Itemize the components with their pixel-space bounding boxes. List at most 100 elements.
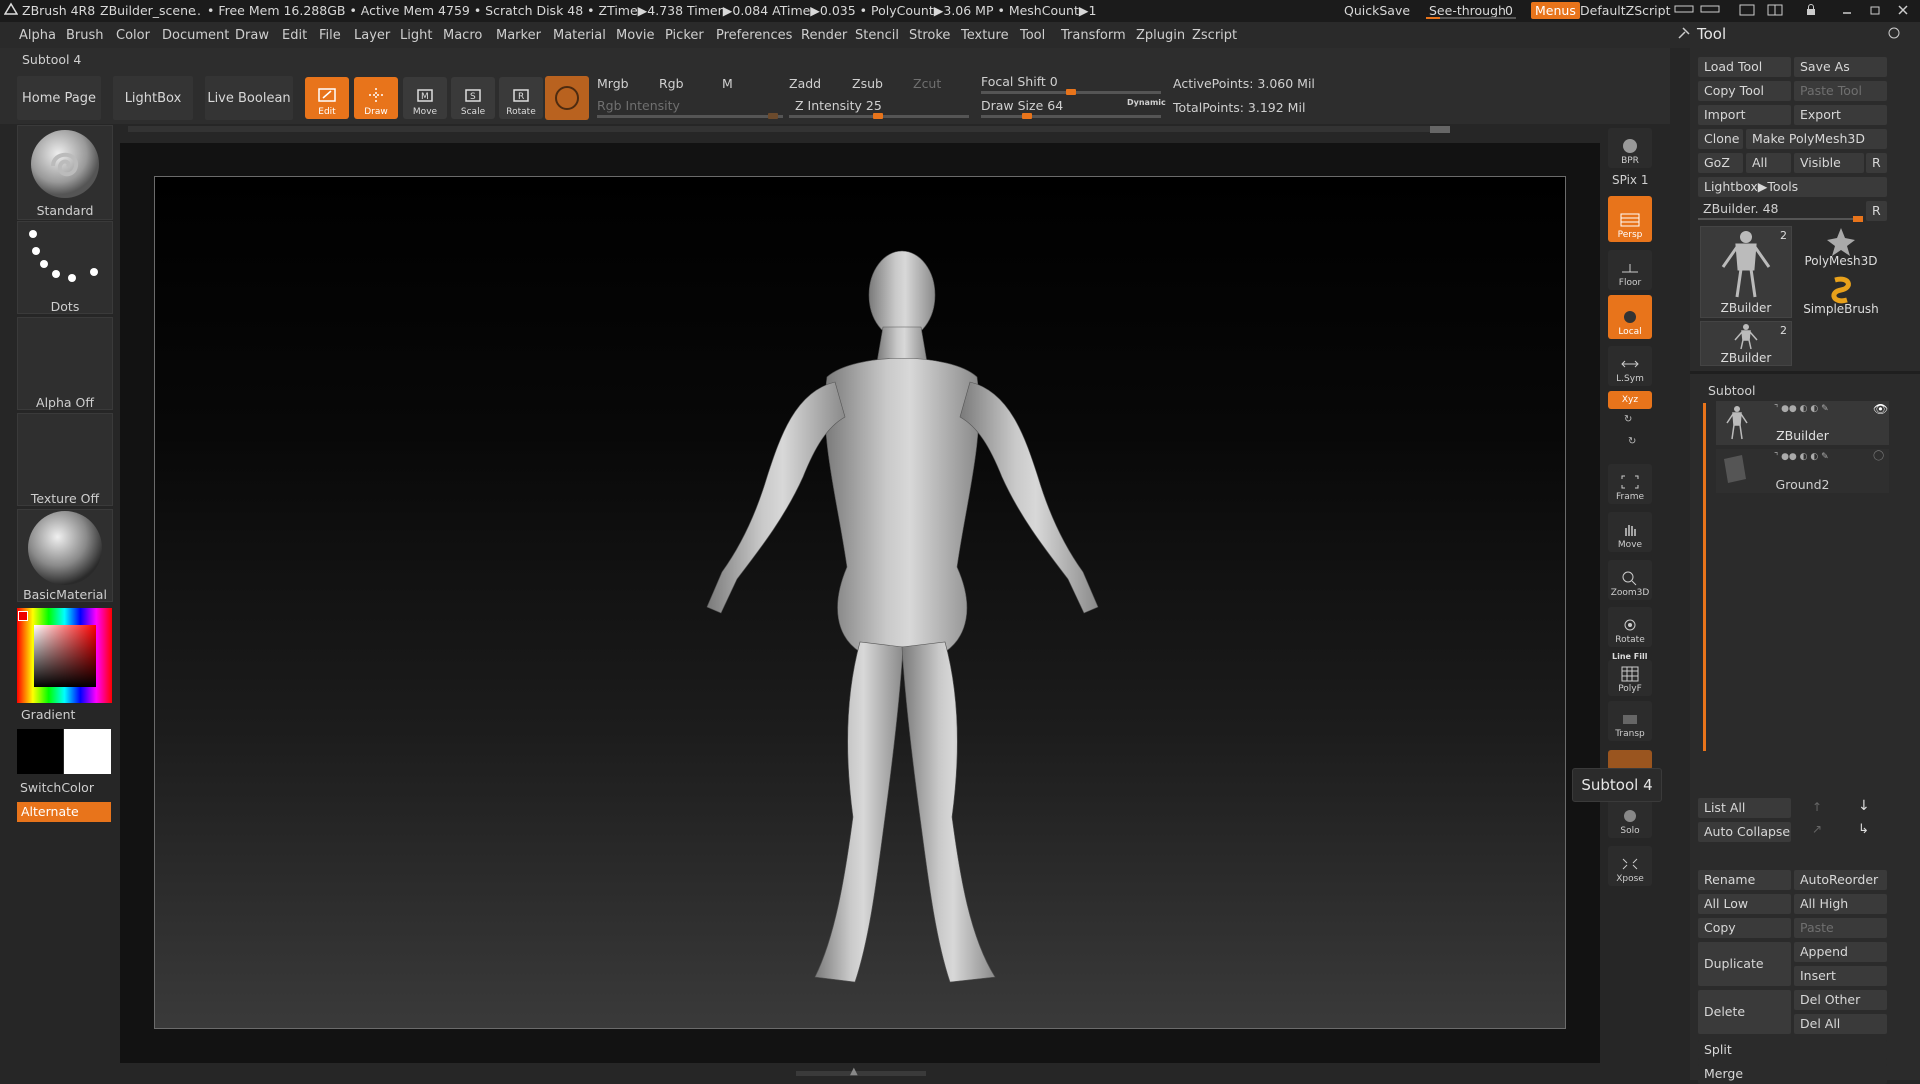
append-button[interactable]: Append bbox=[1794, 942, 1887, 962]
subtool-toggles[interactable]: ⌝ ●● ◐ ◐ ✎ bbox=[1774, 404, 1829, 414]
lightbox-button[interactable]: LightBox bbox=[113, 76, 193, 120]
tool-thumb-simplebrush[interactable]: SimpleBrush bbox=[1795, 274, 1887, 318]
all-low-button[interactable]: All Low bbox=[1698, 894, 1791, 914]
paste-subtool-button[interactable]: Paste bbox=[1794, 918, 1887, 938]
rotate-button[interactable]: R Rotate bbox=[499, 77, 543, 119]
color-picker[interactable] bbox=[17, 608, 112, 703]
color-swatch-button[interactable] bbox=[545, 76, 589, 120]
transp-button[interactable]: Transp bbox=[1608, 701, 1652, 741]
restore-icon[interactable] bbox=[1868, 3, 1882, 20]
secondary-color-swatch[interactable] bbox=[64, 729, 111, 774]
solo-button[interactable]: Solo bbox=[1608, 798, 1652, 838]
zbuilder-slider-label[interactable]: ZBuilder. 48 bbox=[1703, 201, 1778, 216]
menu-marker[interactable]: Marker bbox=[496, 28, 541, 43]
close-icon[interactable] bbox=[1896, 3, 1910, 20]
minimize-icon[interactable] bbox=[1840, 3, 1854, 20]
menu-stencil[interactable]: Stencil bbox=[855, 28, 899, 43]
menu-draw[interactable]: Draw bbox=[235, 28, 269, 43]
tool-thumb-zbuilder-2[interactable]: 2 ZBuilder bbox=[1700, 321, 1792, 366]
menu-movie[interactable]: Movie bbox=[616, 28, 654, 43]
arrow-down-right-icon[interactable]: ↳ bbox=[1858, 822, 1869, 837]
see-through-value[interactable]: 0 bbox=[1505, 3, 1513, 18]
menu-alpha[interactable]: Alpha bbox=[19, 28, 56, 43]
copy-subtool-button[interactable]: Copy bbox=[1698, 918, 1791, 938]
palette-icon[interactable] bbox=[1766, 3, 1784, 20]
human-figure-model[interactable] bbox=[155, 177, 1565, 1028]
subtool-header[interactable]: Subtool bbox=[1708, 383, 1755, 398]
menu-texture[interactable]: Texture bbox=[961, 28, 1009, 43]
import-button[interactable]: Import bbox=[1698, 105, 1791, 125]
zbuilder-r-button[interactable]: R bbox=[1866, 201, 1887, 221]
frame-button[interactable]: Frame bbox=[1608, 464, 1652, 504]
color-picker-square[interactable] bbox=[34, 625, 96, 687]
menu-document[interactable]: Document bbox=[162, 28, 229, 43]
z-intensity-knob[interactable] bbox=[873, 113, 883, 119]
del-other-button[interactable]: Del Other bbox=[1794, 990, 1887, 1010]
alternate-button[interactable]: Alternate bbox=[17, 802, 111, 822]
top-scroll-handle[interactable] bbox=[1430, 126, 1450, 133]
goz-visible-button[interactable]: Visible bbox=[1794, 153, 1864, 173]
dynamic-toggle[interactable]: Dynamic bbox=[1127, 98, 1166, 107]
z-intensity-slider[interactable]: Z Intensity 25 bbox=[795, 98, 882, 113]
export-button[interactable]: Export bbox=[1794, 105, 1887, 125]
del-all-button[interactable]: Del All bbox=[1794, 1014, 1887, 1034]
draw-size-knob[interactable] bbox=[1022, 113, 1032, 119]
zcut-button[interactable]: Zcut bbox=[913, 76, 941, 91]
rotate-z-icon[interactable]: ↻ bbox=[1628, 436, 1636, 447]
menu-stroke[interactable]: Stroke bbox=[909, 28, 950, 43]
switch-color-button[interactable]: SwitchColor bbox=[20, 780, 94, 795]
eye-icon[interactable]: 👁 bbox=[1873, 402, 1888, 416]
top-scroll-track[interactable] bbox=[128, 126, 1448, 132]
persp-button[interactable]: Persp bbox=[1608, 196, 1652, 242]
load-tool-button[interactable]: Load Tool bbox=[1698, 57, 1791, 77]
all-high-button[interactable]: All High bbox=[1794, 894, 1887, 914]
rename-button[interactable]: Rename bbox=[1698, 870, 1791, 890]
auto-collapse-button[interactable]: Auto Collapse bbox=[1698, 822, 1791, 842]
move-up-icon[interactable]: ↑ bbox=[1812, 800, 1822, 814]
eye-icon[interactable]: ◯ bbox=[1873, 450, 1884, 461]
bottom-scroll-handle[interactable] bbox=[796, 1071, 926, 1076]
layout-left-icon[interactable] bbox=[1674, 3, 1694, 18]
viewport[interactable] bbox=[154, 176, 1566, 1029]
xpose-button[interactable]: Xpose bbox=[1608, 846, 1652, 886]
rgb-intensity-slider[interactable]: Rgb Intensity bbox=[597, 98, 680, 113]
goz-button[interactable]: GoZ bbox=[1698, 153, 1743, 173]
move-button[interactable]: M Move bbox=[403, 77, 447, 119]
insert-button[interactable]: Insert bbox=[1794, 966, 1887, 986]
home-page-button[interactable]: Home Page bbox=[17, 76, 101, 120]
menu-tool[interactable]: Tool bbox=[1020, 28, 1045, 43]
menu-light[interactable]: Light bbox=[400, 28, 432, 43]
menu-zscript[interactable]: Zscript bbox=[1192, 28, 1237, 43]
zbuilder-slider-track[interactable] bbox=[1698, 218, 1863, 220]
mrgb-button[interactable]: Mrgb bbox=[597, 76, 629, 91]
delete-button[interactable]: Delete bbox=[1698, 990, 1791, 1034]
menu-transform[interactable]: Transform bbox=[1061, 28, 1126, 43]
color-picker-indicator[interactable] bbox=[18, 611, 28, 621]
scale-button[interactable]: S Scale bbox=[451, 77, 495, 119]
focal-shift-slider[interactable]: Focal Shift 0 bbox=[981, 74, 1058, 89]
default-zscript[interactable]: DefaultZScript bbox=[1580, 3, 1671, 18]
menu-preferences[interactable]: Preferences bbox=[716, 28, 792, 43]
bpr-button[interactable]: BPR bbox=[1608, 128, 1652, 168]
tool-pin-icon[interactable] bbox=[1677, 26, 1691, 44]
layout-right-icon[interactable] bbox=[1700, 3, 1720, 18]
move-view-button[interactable]: Move bbox=[1608, 512, 1652, 552]
zbuilder-slider-knob[interactable] bbox=[1853, 216, 1863, 222]
goz-all-button[interactable]: All bbox=[1746, 153, 1791, 173]
palette-refresh-icon[interactable] bbox=[1887, 26, 1901, 44]
see-through-label[interactable]: See-through bbox=[1429, 3, 1506, 18]
lightbox-tools-button[interactable]: Lightbox▶Tools bbox=[1698, 177, 1887, 197]
menu-picker[interactable]: Picker bbox=[665, 28, 704, 43]
xyz-button[interactable]: Xyz bbox=[1608, 391, 1652, 409]
floor-button[interactable]: Floor bbox=[1608, 250, 1652, 290]
menu-color[interactable]: Color bbox=[116, 28, 150, 43]
subtool-scrollbar[interactable] bbox=[1703, 403, 1706, 751]
spix-slider[interactable]: SPix 1 bbox=[1612, 173, 1648, 187]
menu-layer[interactable]: Layer bbox=[354, 28, 390, 43]
draw-size-slider[interactable]: Draw Size 64 bbox=[981, 98, 1063, 113]
goz-r-button[interactable]: R bbox=[1866, 153, 1887, 173]
subtool-item-ground2[interactable]: ⌝ ●● ◐ ◐ ✎ ◯ Ground2 bbox=[1716, 449, 1889, 493]
menu-material[interactable]: Material bbox=[553, 28, 606, 43]
clone-button[interactable]: Clone bbox=[1698, 129, 1743, 149]
zadd-button[interactable]: Zadd bbox=[789, 76, 821, 91]
